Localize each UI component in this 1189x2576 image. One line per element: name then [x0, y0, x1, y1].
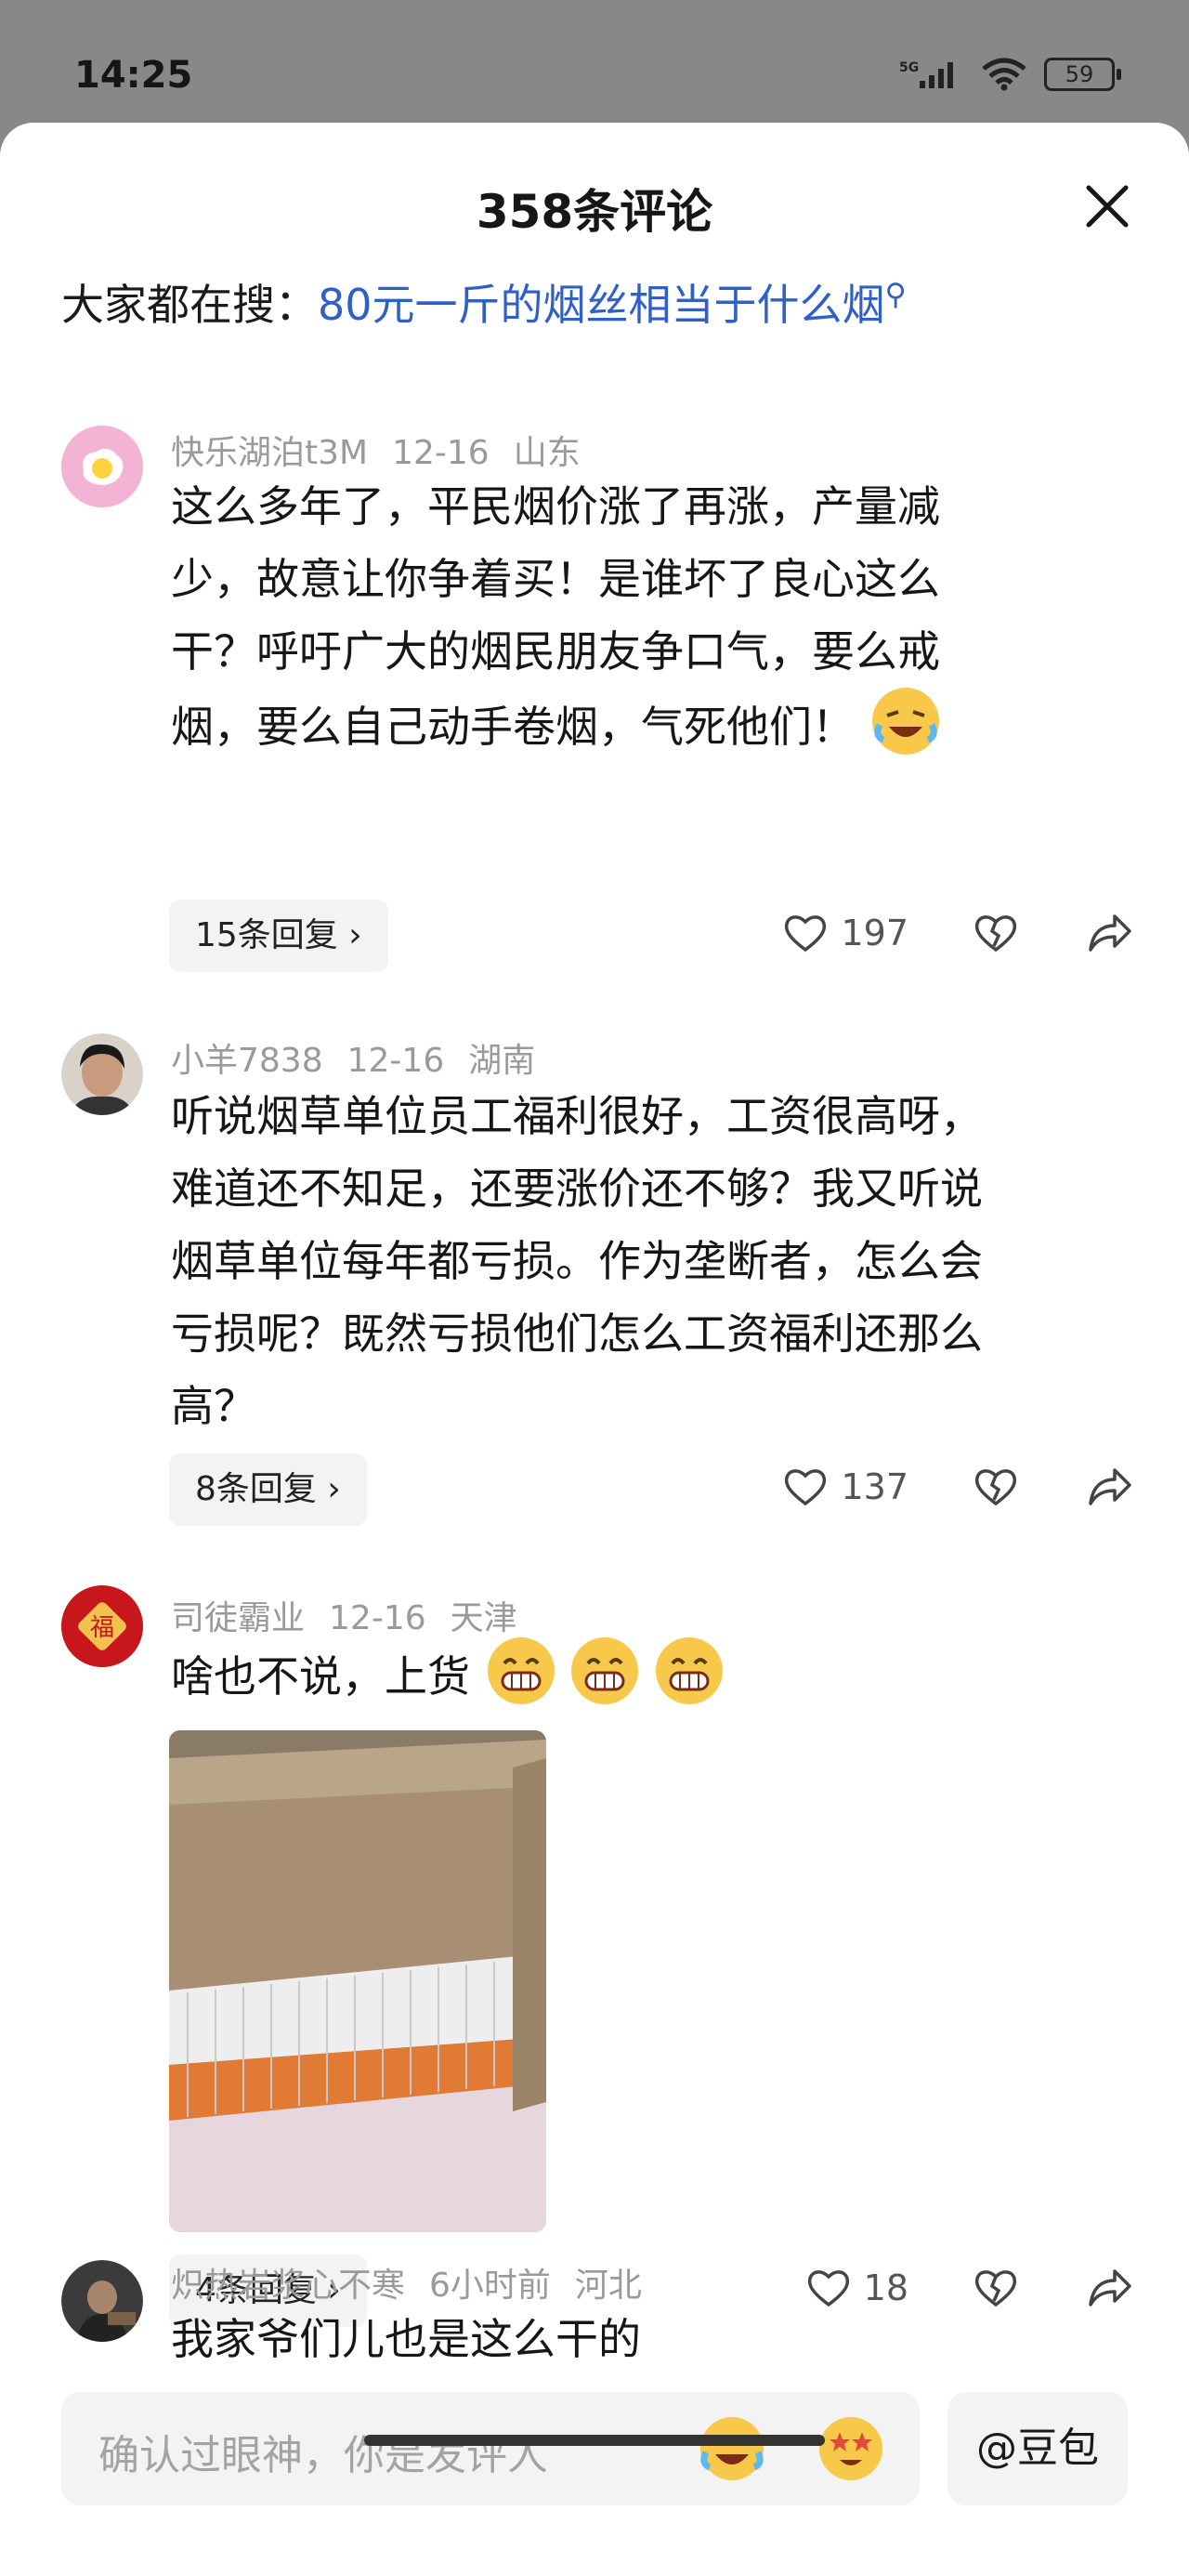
comment-username[interactable]: 快乐湖泊t3M — [171, 434, 368, 472]
broken-heart-icon[interactable] — [973, 1466, 1018, 1507]
status-time: 14:25 — [74, 54, 193, 97]
comment-meta: 炽热岩浆心不寒 6小时前 河北 — [171, 2258, 666, 2307]
laughing-crying-emoji-icon — [871, 688, 939, 755]
comment-date: 6小时前 — [429, 2267, 551, 2305]
replies-label: 8条回复 — [195, 1470, 317, 1508]
comment-line: 亏损呢？既然亏损他们怎么工资福利还那么 — [171, 1308, 983, 1359]
comment-line: 这么多年了，平民烟价涨了再涨，产量减 — [171, 481, 940, 532]
star-eyes-emoji-icon[interactable] — [817, 2415, 884, 2482]
fu-badge-icon: 福 — [61, 1585, 143, 1667]
trending-search-label: 大家都在搜： — [61, 280, 318, 330]
comment-location: 山东 — [513, 434, 581, 472]
share-icon[interactable] — [1087, 913, 1133, 953]
comment-username[interactable]: 小羊7838 — [171, 1042, 323, 1080]
view-replies-button[interactable]: 15条回复 › — [169, 900, 388, 972]
comment-username[interactable]: 炽热岩浆心不寒 — [171, 2267, 405, 2305]
comment-input[interactable]: 确认过眼神，你是发评人 — [61, 2392, 920, 2505]
comment-actions: 197 — [783, 913, 1133, 953]
comment-text: 我家爷们儿也是这么干的 — [171, 2303, 1100, 2375]
chevron-right-icon: › — [327, 1470, 341, 1508]
comment-line: 干？呼吁广大的烟民朋友争口气，要么戒 — [171, 626, 940, 677]
comment-line: 我家爷们儿也是这么干的 — [171, 2314, 641, 2364]
doubao-mention-button[interactable]: @豆包 — [947, 2392, 1128, 2505]
comment-line: 烟，要么自己动手卷烟，气死他们！ — [171, 688, 1100, 763]
replies-label: 15条回复 — [195, 916, 338, 954]
view-replies-button[interactable]: 8条回复 › — [169, 1453, 367, 1526]
chevron-right-icon: › — [348, 916, 362, 954]
comment-text: 啥也不说，上货 — [171, 1637, 1100, 1713]
avatar-photo[interactable] — [61, 1033, 143, 1115]
cigarette-box-photo — [169, 1730, 546, 2232]
close-icon[interactable] — [1081, 180, 1133, 232]
fu-badge-text: 福 — [90, 1614, 114, 1642]
comment-line: 少，故意让你争着买！是谁坏了良心这么 — [171, 554, 940, 604]
avatar[interactable]: 福 — [61, 1585, 143, 1667]
laughing-crying-emoji-icon[interactable] — [699, 2415, 765, 2482]
comment-line: 烟草单位每年都亏损。作为垄断者，怎么会 — [171, 1236, 983, 1286]
status-icons: 5G 59 — [899, 58, 1121, 91]
avatar-photo[interactable] — [61, 2260, 143, 2342]
comment-line-text: 烟，要么自己动手卷烟，气死他们！ — [171, 702, 855, 752]
heart-icon — [785, 915, 827, 953]
avatar[interactable] — [61, 426, 143, 507]
wifi-icon — [982, 58, 1026, 91]
comment-line: 啥也不说，上货 — [171, 1637, 1100, 1713]
heart-icon — [785, 1469, 827, 1506]
comment-username[interactable]: 司徒霸业 — [171, 1599, 305, 1637]
comment-meta: 司徒霸业 12-16 天津 — [171, 1591, 542, 1639]
comment-line: 听说烟草单位员工福利很好，工资很高呀， — [171, 1091, 983, 1141]
grinning-emoji-icon — [571, 1637, 639, 1704]
comment-text: 这么多年了，平民烟价涨了再涨，产量减 少，故意让你争着买！是谁坏了良心这么 干？… — [171, 470, 1100, 763]
comment-location: 天津 — [450, 1599, 517, 1637]
battery-icon: 59 — [1044, 58, 1121, 91]
broken-heart-icon[interactable] — [973, 913, 1018, 953]
share-icon[interactable] — [1087, 1466, 1133, 1507]
grinning-emoji-icon — [487, 1637, 555, 1704]
comment-line: 难道还不知足，还要涨价还不够？我又听说 — [171, 1163, 983, 1214]
comment-location: 河北 — [574, 2267, 642, 2305]
home-indicator[interactable] — [364, 2435, 825, 2446]
avatar-egg-icon — [61, 426, 143, 507]
like-count: 197 — [841, 913, 908, 953]
like-button[interactable]: 137 — [783, 1466, 908, 1507]
grinning-emoji-icon — [655, 1637, 723, 1704]
comment-actions: 137 — [783, 1466, 1133, 1507]
comment-date: 12-16 — [346, 1042, 445, 1080]
comment-input-bar: 确认过眼神，你是发评人 @豆包 — [0, 2368, 1189, 2576]
trending-search-link[interactable]: 80元一斤的烟丝相当于什么烟 — [318, 280, 885, 330]
search-icon[interactable]: ⚲ — [885, 277, 907, 312]
comment-location: 湖南 — [468, 1042, 536, 1080]
svg-text:5G: 5G — [899, 60, 919, 75]
comments-sheet: 358条评论 大家都在搜：80元一斤的烟丝相当于什么烟⚲ 快乐湖泊t3M 12-1… — [0, 123, 1189, 2576]
comment-line-text: 啥也不说，上货 — [171, 1651, 470, 1702]
comment-input-placeholder: 确认过眼神，你是发评人 — [98, 2432, 548, 2479]
comment-date: 12-16 — [329, 1599, 426, 1637]
sheet-header: 358条评论 — [0, 123, 1189, 290]
comment-text: 听说烟草单位员工福利很好，工资很高呀， 难道还不知足，还要涨价还不够？我又听说 … — [171, 1080, 1100, 1442]
page-title: 358条评论 — [476, 185, 713, 239]
like-button[interactable]: 197 — [783, 913, 908, 953]
comment-photo[interactable] — [169, 1730, 546, 2232]
trending-search: 大家都在搜：80元一斤的烟丝相当于什么烟⚲ — [61, 271, 907, 333]
status-bar: 14:25 5G 59 — [0, 0, 1189, 130]
cellular-signal-icon: 5G — [899, 60, 953, 88]
comment-meta: 小羊7838 12-16 湖南 — [171, 1033, 559, 1082]
comment-date: 12-16 — [392, 434, 490, 472]
comment-line: 高？ — [171, 1381, 256, 1431]
like-count: 137 — [841, 1466, 908, 1507]
comment-meta: 快乐湖泊t3M 12-16 山东 — [171, 426, 605, 474]
